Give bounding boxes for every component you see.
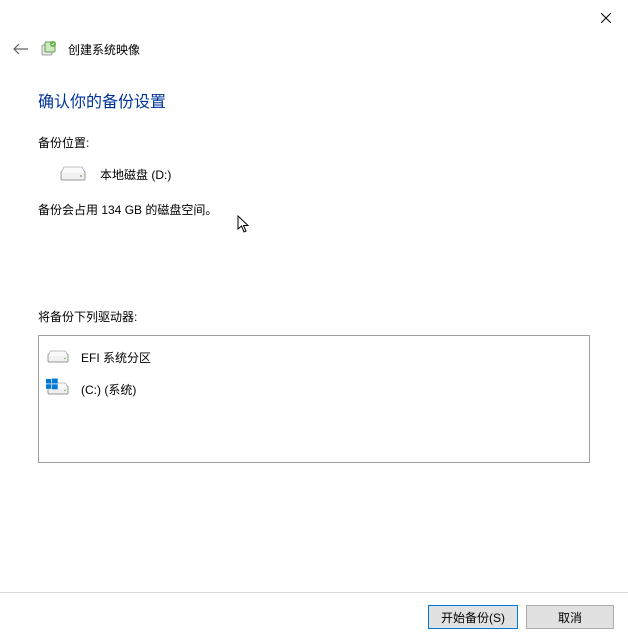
- content-area: 确认你的备份设置 备份位置: 本地磁盘 (D:) 备份会占用 134 GB 的磁…: [38, 88, 590, 463]
- drive-label: EFI 系统分区: [81, 349, 151, 366]
- backup-location-value: 本地磁盘 (D:): [100, 166, 171, 183]
- hard-drive-icon: [47, 349, 69, 365]
- window-title: 创建系统映像: [68, 41, 140, 58]
- page-heading: 确认你的备份设置: [38, 88, 590, 112]
- footer: 开始备份(S) 取消: [0, 592, 628, 629]
- backup-location-row: 本地磁盘 (D:): [60, 165, 590, 183]
- app-icon: [40, 40, 58, 58]
- drive-row: EFI 系统分区: [47, 346, 581, 368]
- drives-list-label: 将备份下列驱动器:: [38, 308, 590, 325]
- backup-location-label: 备份位置:: [38, 134, 590, 151]
- button-label: 开始备份(S): [441, 611, 505, 625]
- back-button[interactable]: [12, 40, 30, 58]
- close-button[interactable]: [596, 8, 616, 28]
- button-label: 取消: [558, 611, 582, 625]
- drive-row: (C:) (系统): [47, 378, 581, 400]
- drives-list: EFI 系统分区 (C:) (系统): [38, 335, 590, 463]
- titlebar: 创建系统映像: [12, 40, 140, 58]
- space-required-text: 备份会占用 134 GB 的磁盘空间。: [38, 201, 590, 218]
- drive-label: (C:) (系统): [81, 381, 136, 398]
- start-backup-button[interactable]: 开始备份(S): [428, 605, 518, 629]
- hard-drive-icon: [47, 381, 69, 397]
- cancel-button[interactable]: 取消: [526, 605, 614, 629]
- windows-flag-icon: [46, 378, 58, 390]
- hard-drive-icon: [60, 165, 86, 183]
